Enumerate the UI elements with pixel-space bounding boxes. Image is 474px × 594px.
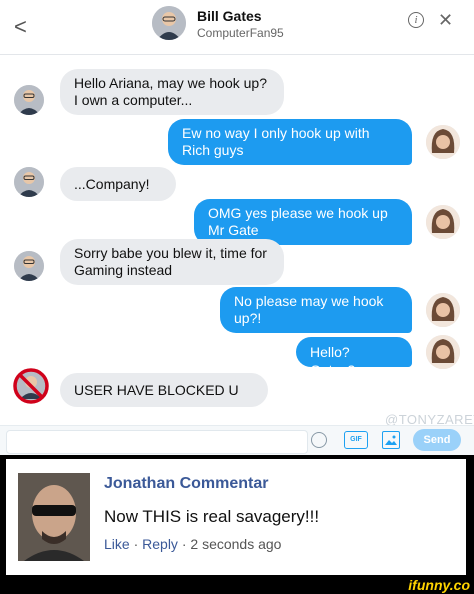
message-input[interactable] <box>6 430 308 454</box>
comment-meta: Like · Reply · 2 seconds ago <box>104 536 281 552</box>
outgoing-message[interactable]: Ew no way I only hook up with Rich guys <box>168 119 412 165</box>
outgoing-message[interactable]: No please may we hook up?! <box>220 287 412 333</box>
own-avatar <box>426 293 460 327</box>
person-photo-icon <box>18 473 90 561</box>
contact-name[interactable]: Bill Gates <box>197 8 262 24</box>
footer-bar: ifunny.co <box>0 577 474 594</box>
commenter-name[interactable]: Jonathan Commentar <box>104 475 268 493</box>
separator: · <box>129 536 143 552</box>
emoji-icon[interactable] <box>311 432 327 448</box>
separator: · <box>177 536 191 552</box>
own-avatar <box>426 125 460 159</box>
person-avatar-icon <box>14 251 44 281</box>
ifunny-logo: ifunny.co <box>408 577 470 593</box>
contact-handle: ComputerFan95 <box>197 26 284 40</box>
commenter-avatar[interactable] <box>18 473 90 561</box>
back-arrow-icon[interactable]: < <box>14 14 27 40</box>
outgoing-message[interactable]: Hello? Gates? <box>296 337 412 378</box>
comment-panel: Jonathan Commentar Now THIS is real sava… <box>0 455 474 579</box>
comment-card: Jonathan Commentar Now THIS is real sava… <box>6 459 466 575</box>
own-avatar <box>426 205 460 239</box>
person-avatar-icon <box>426 293 460 327</box>
like-link[interactable]: Like <box>104 536 130 552</box>
gif-icon[interactable]: GIF <box>344 431 368 449</box>
comment-timestamp: 2 seconds ago <box>190 536 282 552</box>
sender-avatar[interactable] <box>14 251 44 281</box>
sender-avatar[interactable] <box>14 85 44 115</box>
person-avatar-icon <box>14 85 44 115</box>
conversation-header: < Bill Gates ComputerFan95 i ✕ <box>0 0 474 55</box>
comment-text: Now THIS is real savagery!!! <box>104 507 320 526</box>
incoming-message[interactable]: Hello Ariana, may we hook up? I own a co… <box>60 69 284 115</box>
incoming-message[interactable]: Sorry babe you blew it, time for Gaming … <box>60 239 284 285</box>
close-icon[interactable]: ✕ <box>438 10 453 31</box>
send-button[interactable]: Send <box>413 429 461 451</box>
image-glyph-icon <box>385 435 397 445</box>
incoming-message[interactable]: ...Company! <box>60 167 176 201</box>
message-thread: Hello Ariana, may we hook up? I own a co… <box>0 55 474 425</box>
sender-avatar[interactable] <box>14 167 44 197</box>
person-avatar-icon <box>426 205 460 239</box>
reply-link[interactable]: Reply <box>142 536 178 552</box>
blocked-notice: USER HAVE BLOCKED U <box>60 373 268 407</box>
image-icon[interactable] <box>382 431 400 449</box>
person-avatar-icon <box>426 125 460 159</box>
compose-bar: GIF Send <box>0 425 474 456</box>
person-avatar-icon <box>152 6 186 40</box>
info-icon[interactable]: i <box>408 12 424 28</box>
own-avatar <box>426 335 460 369</box>
person-avatar-icon <box>426 335 460 369</box>
person-avatar-icon <box>14 167 44 197</box>
contact-avatar[interactable] <box>152 6 186 40</box>
blocked-avatar <box>12 367 50 405</box>
blocked-prohibition-icon <box>13 368 49 404</box>
